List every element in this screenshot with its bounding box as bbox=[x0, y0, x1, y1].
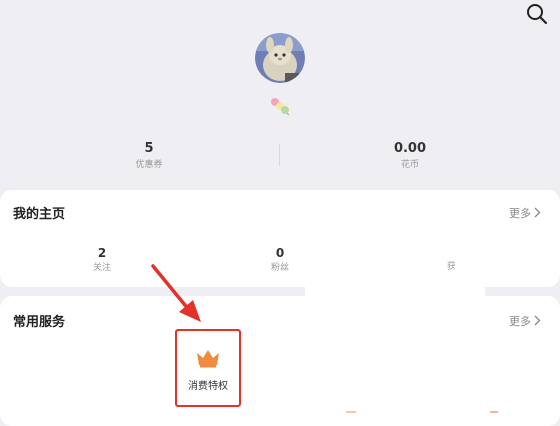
service-item-label: 消费特权 bbox=[188, 381, 228, 392]
stat-divider bbox=[279, 144, 280, 166]
coupons-value: 5 bbox=[144, 141, 154, 156]
my-home-title: 我的主页 bbox=[13, 207, 66, 222]
my-home-more-link[interactable]: 更多 bbox=[509, 206, 541, 222]
common-services-card bbox=[0, 296, 560, 426]
services-more-link[interactable]: 更多 bbox=[509, 314, 541, 330]
flower-coins-label: 花币 bbox=[400, 160, 419, 170]
service-item-consumption-privilege[interactable]: 消费特权 bbox=[180, 348, 236, 394]
flower-coins-stat[interactable]: 0.00 花币 bbox=[350, 140, 470, 171]
chevron-right-icon bbox=[534, 207, 541, 218]
annotation-arrow-icon bbox=[151, 264, 201, 322]
overlay-patch bbox=[305, 235, 485, 303]
level-badge-icon bbox=[269, 96, 293, 118]
following-label: 关注 bbox=[92, 263, 111, 273]
coupons-label: 优惠券 bbox=[135, 160, 163, 170]
search-icon bbox=[527, 4, 548, 25]
avatar[interactable] bbox=[255, 33, 305, 83]
services-more-label: 更多 bbox=[509, 315, 531, 328]
common-services-title: 常用服务 bbox=[13, 315, 66, 330]
avatar-image bbox=[255, 33, 305, 83]
search-button[interactable] bbox=[524, 2, 550, 28]
bottom-decoration bbox=[346, 411, 356, 413]
my-home-more-label: 更多 bbox=[509, 207, 531, 220]
following-stat[interactable]: 2 关注 bbox=[62, 245, 142, 274]
following-value: 2 bbox=[97, 246, 107, 260]
bottom-decoration bbox=[490, 411, 498, 413]
flower-coins-value: 0.00 bbox=[393, 141, 427, 156]
chevron-right-icon bbox=[534, 315, 541, 326]
crown-icon bbox=[197, 350, 219, 368]
likes-label-partial: 获 bbox=[447, 262, 455, 272]
coupons-stat[interactable]: 5 优惠券 bbox=[89, 140, 209, 171]
